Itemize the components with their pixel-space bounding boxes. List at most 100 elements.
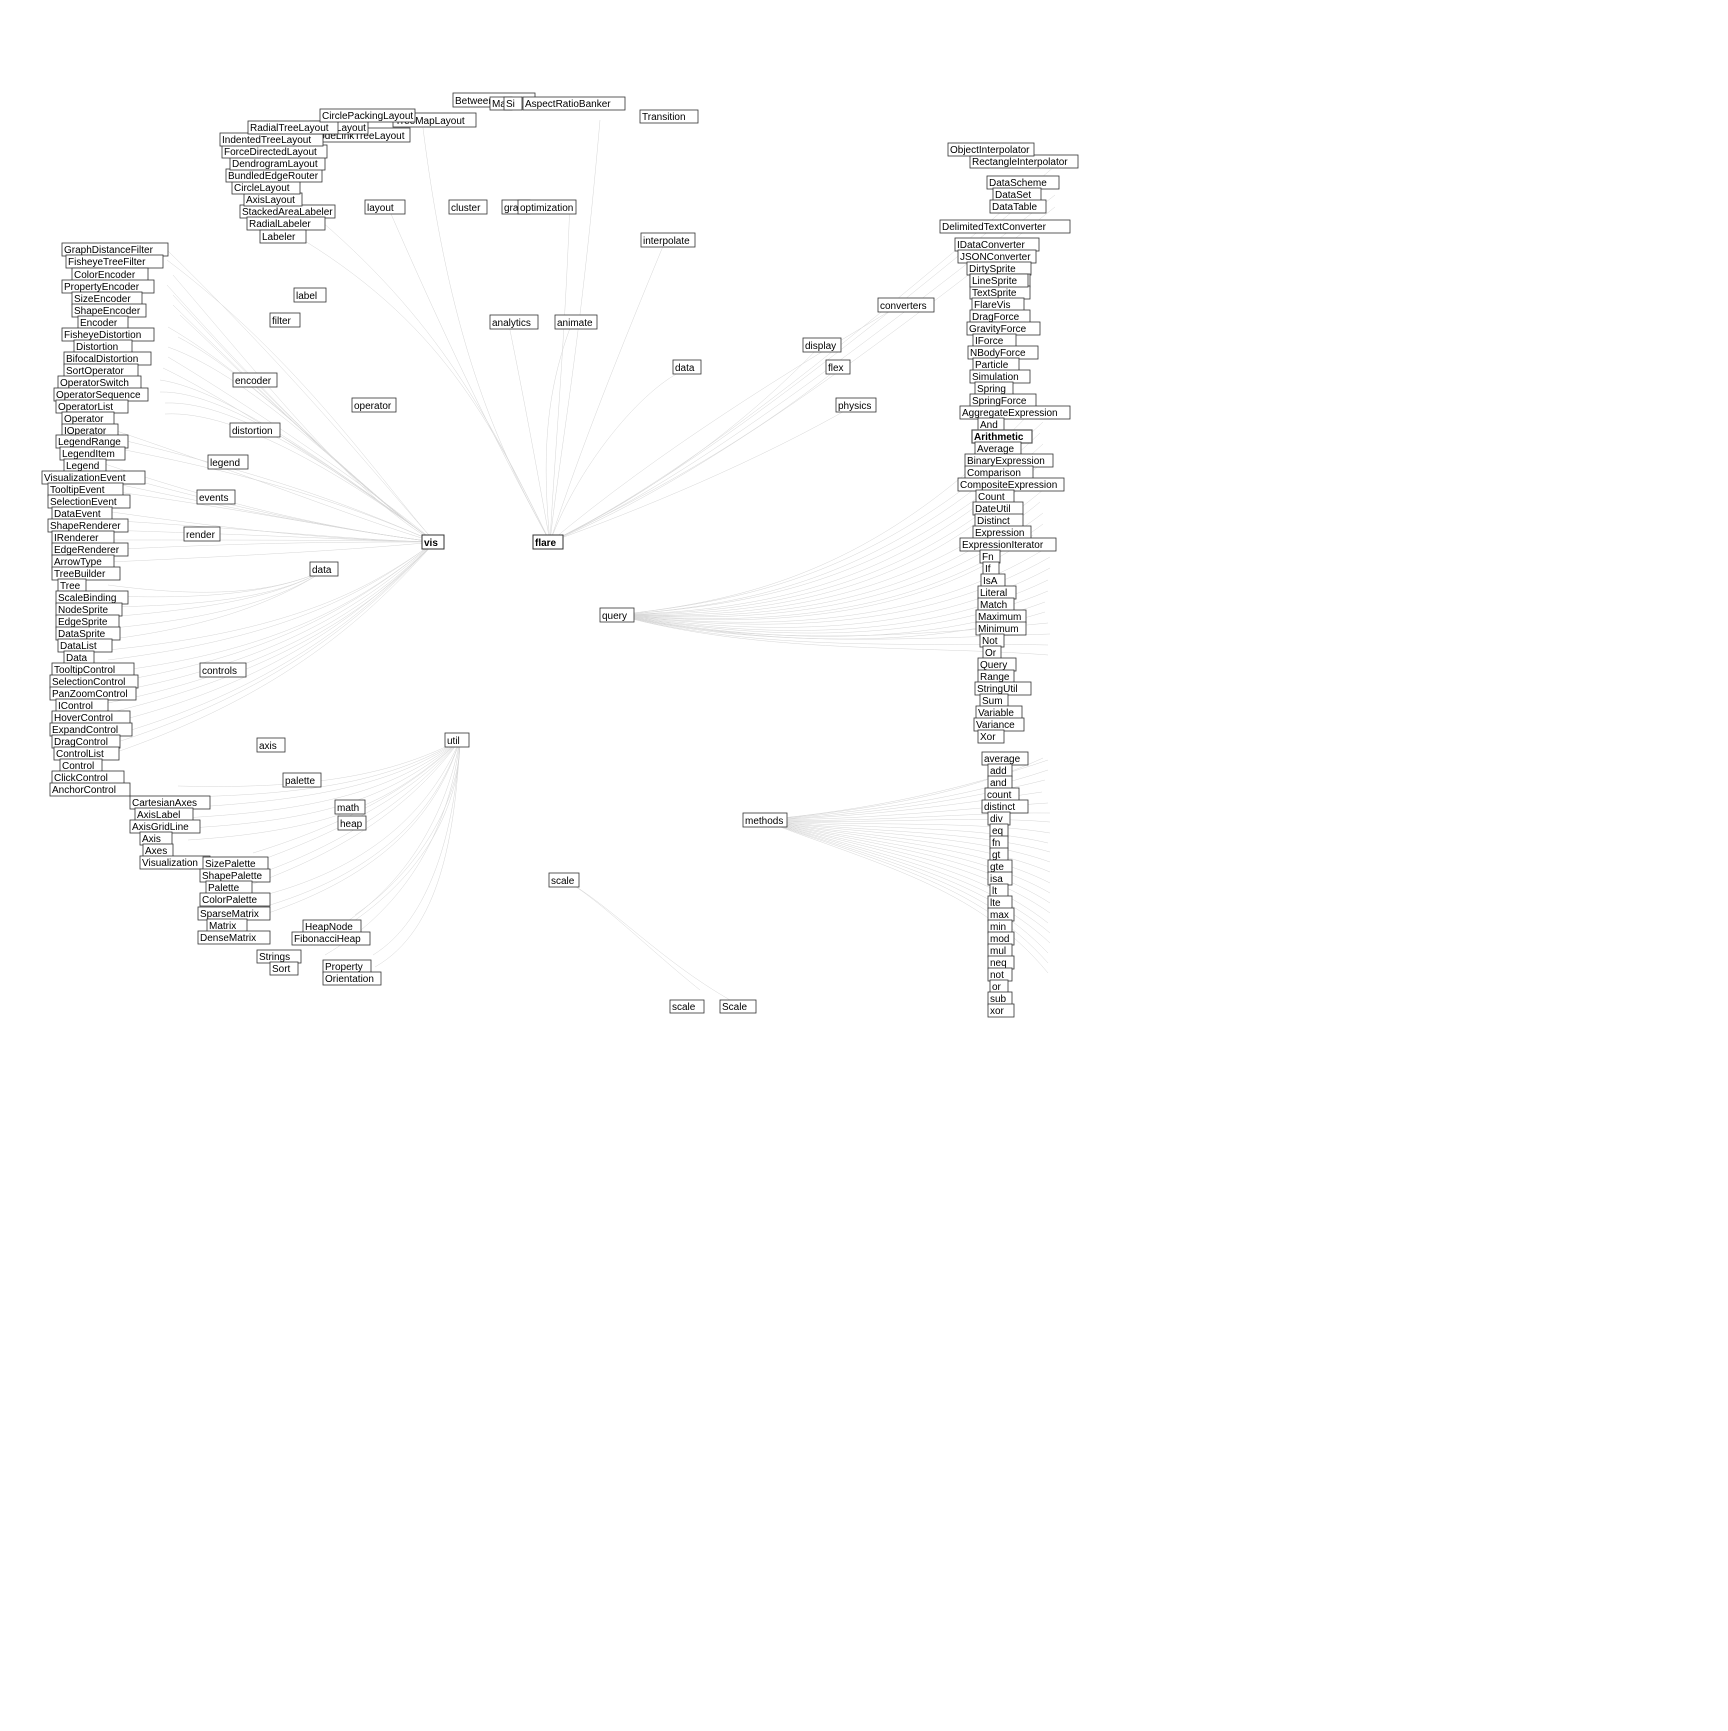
node-DataTable[interactable]: DataTable [990,200,1046,213]
node-Distortion[interactable]: Distortion [74,340,132,353]
node-BifocalDistortion[interactable]: BifocalDistortion [64,352,151,365]
node-axis-group[interactable]: axis [257,738,285,752]
node-Palette[interactable]: Palette [206,881,252,894]
node-gte[interactable]: gte [988,860,1012,873]
node-Data[interactable]: Data [64,651,94,664]
node-converters[interactable]: converters [878,298,934,312]
node-DataSprite[interactable]: DataSprite [56,627,120,640]
node-Visualization[interactable]: Visualization [140,856,210,869]
node-Control[interactable]: Control [60,759,102,772]
node-Average[interactable]: Average [975,442,1021,455]
node-ClickControl[interactable]: ClickControl [52,771,124,784]
node-distinct-m[interactable]: distinct [982,800,1028,813]
node-AnchorControl[interactable]: AnchorControl [50,783,130,796]
node-LineSprite[interactable]: LineSprite [970,274,1028,287]
node-Count[interactable]: Count [976,490,1014,503]
node-SparseMatrix[interactable]: SparseMatrix [198,907,270,920]
node-Matrix[interactable]: Matrix [207,919,247,932]
node-legend-group[interactable]: legend [208,455,248,469]
node-LegendItem[interactable]: LegendItem [60,447,125,460]
node-OperatorSequence[interactable]: OperatorSequence [54,388,148,401]
node-Or[interactable]: Or [983,646,1001,659]
node-StringUtil[interactable]: StringUtil [975,682,1031,695]
node-Fn[interactable]: Fn [980,550,1000,563]
node-Axes[interactable]: Axes [143,844,173,857]
node-Encoder[interactable]: Encoder [78,316,128,329]
node-Literal[interactable]: Literal [978,586,1016,599]
node-DelimitedTextConverter[interactable]: DelimitedTextConverter [940,220,1070,233]
node-RectangleInterpolator[interactable]: RectangleInterpolator [970,155,1078,168]
node-IndentedTreeLayout[interactable]: IndentedTreeLayout [220,133,323,146]
node-Distinct[interactable]: Distinct [975,514,1023,527]
node-cluster[interactable]: cluster [449,200,487,214]
node-DragControl[interactable]: DragControl [52,735,120,748]
node-DendrogramLayout[interactable]: DendrogramLayout [230,157,325,170]
node-AxisLabel[interactable]: AxisLabel [135,808,193,821]
node-CirclePackingLayout[interactable]: CirclePackingLayout [320,109,415,122]
node-encoder[interactable]: encoder [233,373,277,387]
node-operator[interactable]: operator [352,398,396,412]
node-CartesianAxes[interactable]: CartesianAxes [130,796,210,809]
node-lte[interactable]: lte [988,896,1012,909]
node-Labeler[interactable]: Labeler [260,230,306,243]
node-RadialLabeler[interactable]: RadialLabeler [247,217,325,230]
node-ForceDirectedLayout[interactable]: ForceDirectedLayout [222,145,327,158]
node-OperatorSwitch[interactable]: OperatorSwitch [58,376,141,389]
node-Axis-detail[interactable]: Axis [140,832,172,845]
node-Query-expr[interactable]: Query [978,658,1016,671]
node-TooltipControl[interactable]: TooltipControl [52,663,134,676]
node-xor-m[interactable]: xor [988,1004,1014,1017]
node-count-m[interactable]: count [985,788,1019,801]
node-EdgeRenderer[interactable]: EdgeRenderer [52,543,128,556]
node-SelectionEvent[interactable]: SelectionEvent [48,495,130,508]
node-average-m[interactable]: average [982,752,1028,765]
node-DateUtil[interactable]: DateUtil [973,502,1023,515]
node-JSONConverter[interactable]: JSONConverter [958,250,1036,263]
node-Strings[interactable]: Strings [257,950,301,963]
node-ExpressionIterator[interactable]: ExpressionIterator [960,538,1056,551]
node-ArrowType[interactable]: ArrowType [52,555,114,568]
node-Minimum[interactable]: Minimum [976,622,1026,635]
node-fn-m[interactable]: fn [990,836,1008,849]
node-mod[interactable]: mod [988,932,1014,945]
node-Expression[interactable]: Expression [973,526,1031,539]
node-StackedAreaLabeler[interactable]: StackedAreaLabeler [240,205,335,218]
node-ShapePalette[interactable]: ShapePalette [200,869,270,882]
node-physics[interactable]: physics [836,398,876,412]
node-BundledEdgeRouter[interactable]: BundledEdgeRouter [226,169,322,182]
node-SortOperator[interactable]: SortOperator [64,364,138,377]
node-heap-group[interactable]: heap [338,816,366,830]
node-If[interactable]: If [983,562,999,575]
node-FisheyeDistortion[interactable]: FisheyeDistortion [62,328,154,341]
node-EdgeSprite[interactable]: EdgeSprite [56,615,119,628]
node-palette-group[interactable]: palette [283,773,321,787]
node-isa-m[interactable]: isa [988,872,1012,885]
node-label[interactable]: label [294,288,326,302]
node-IDataConverter[interactable]: IDataConverter [955,238,1039,251]
node-Range[interactable]: Range [978,670,1014,683]
node-OperatorList[interactable]: OperatorList [56,400,128,413]
node-flare[interactable]: flare [533,535,563,549]
node-animate[interactable]: animate [555,315,597,329]
node-Si[interactable]: Si [504,97,522,110]
node-lt[interactable]: lt [990,884,1008,897]
node-Variance[interactable]: Variance [974,718,1024,731]
node-Operator[interactable]: Operator [62,412,114,425]
node-div[interactable]: div [988,812,1010,825]
node-GravityForce[interactable]: GravityForce [967,322,1040,335]
node-interpolate[interactable]: interpolate [641,233,695,247]
node-data-right[interactable]: data [673,360,701,374]
node-SelectionControl[interactable]: SelectionControl [50,675,138,688]
node-DataList[interactable]: DataList [58,639,112,652]
node-ColorPalette[interactable]: ColorPalette [200,893,270,906]
node-NBodyForce[interactable]: NBodyForce [968,346,1038,359]
node-SpringForce[interactable]: SpringForce [970,394,1036,407]
node-Tree[interactable]: Tree [58,579,86,592]
node-render[interactable]: render [184,527,220,541]
node-Particle[interactable]: Particle [973,358,1019,371]
node-util[interactable]: util [445,733,469,747]
node-not-m[interactable]: not [988,968,1012,981]
node-mul[interactable]: mul [988,944,1012,957]
node-PanZoomControl[interactable]: PanZoomControl [50,687,136,700]
node-AxisGridLine[interactable]: AxisGridLine [130,820,200,833]
